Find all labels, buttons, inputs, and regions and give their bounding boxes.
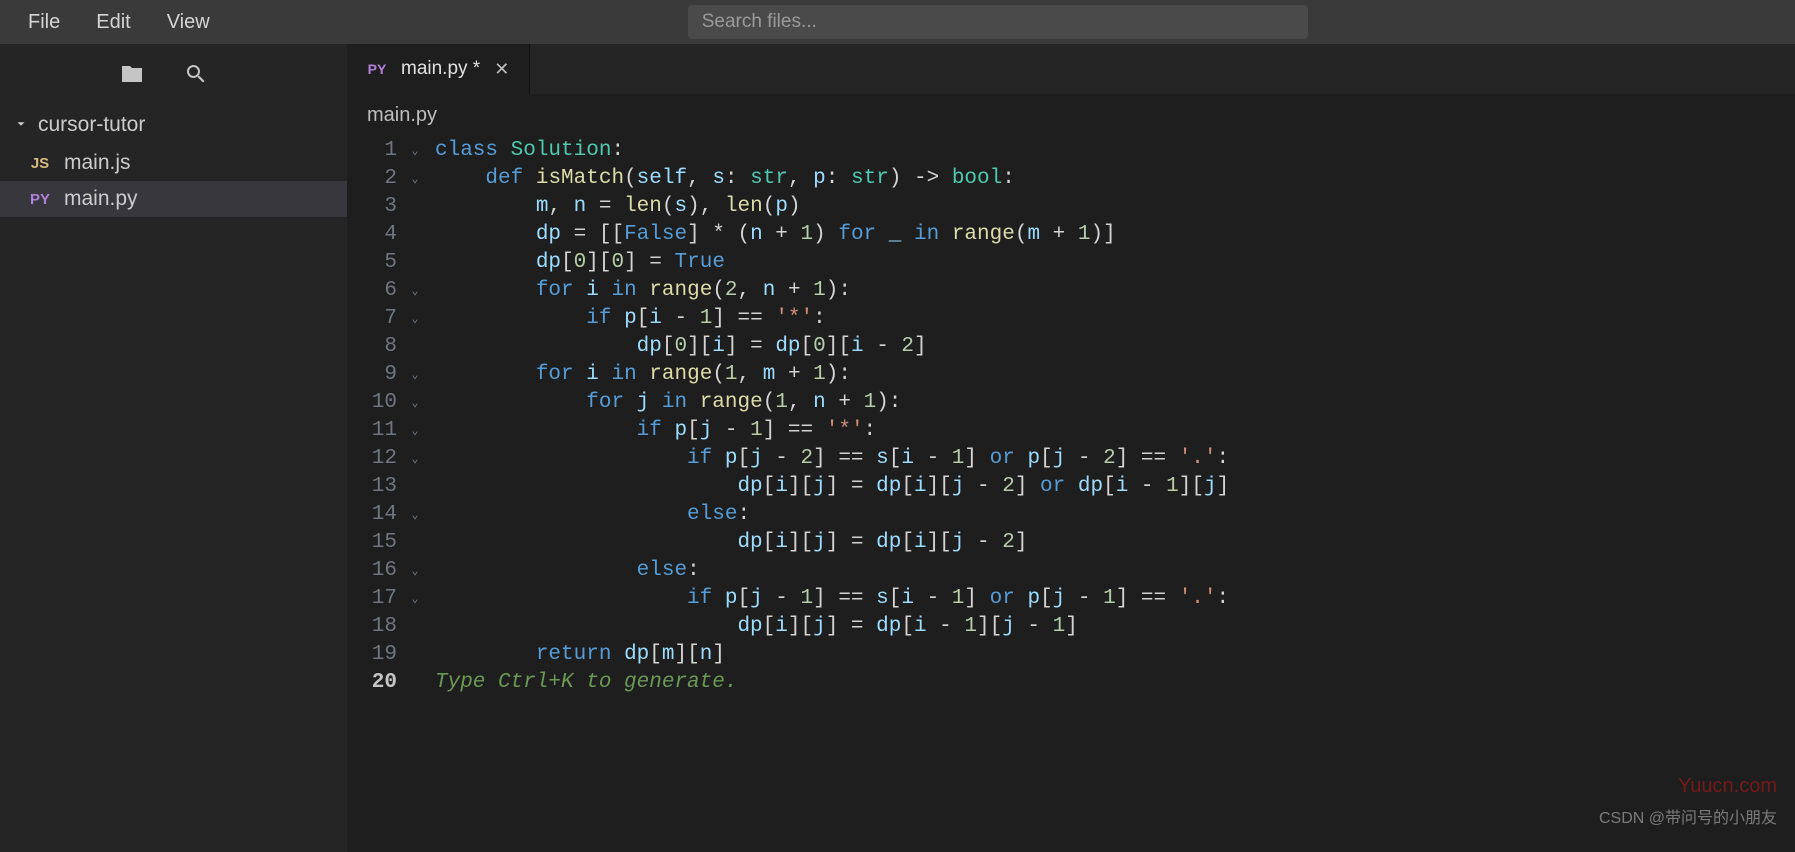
code-text: dp[0][i] = dp[0][i - 2]: [425, 333, 927, 361]
tab-main-py[interactable]: PY main.py * ✕: [347, 44, 530, 94]
search-box[interactable]: [688, 5, 1308, 39]
fold-chevron-icon[interactable]: ⌄: [405, 361, 425, 389]
code-line[interactable]: 2⌄ def isMatch(self, s: str, p: str) -> …: [347, 165, 1795, 193]
project-header[interactable]: cursor-tutor: [0, 105, 347, 145]
line-number: 13: [347, 473, 405, 501]
code-line[interactable]: 7⌄ if p[i - 1] == '*':: [347, 305, 1795, 333]
code-line[interactable]: 3 m, n = len(s), len(p): [347, 193, 1795, 221]
code-line[interactable]: 19 return dp[m][n]: [347, 641, 1795, 669]
folder-icon[interactable]: [120, 62, 144, 91]
search-input[interactable]: [702, 11, 1294, 33]
watermark-yuucn: Yuucn.com: [1678, 775, 1777, 798]
line-number: 14: [347, 501, 405, 529]
code-line[interactable]: 13 dp[i][j] = dp[i][j - 2] or dp[i - 1][…: [347, 473, 1795, 501]
line-number: 4: [347, 221, 405, 249]
code-text: def isMatch(self, s: str, p: str) -> boo…: [425, 165, 1015, 193]
code-line[interactable]: 12⌄ if p[j - 2] == s[i - 1] or p[j - 2] …: [347, 445, 1795, 473]
menubar: File Edit View: [0, 0, 1795, 44]
menu-view[interactable]: View: [149, 5, 228, 40]
fold-chevron-icon[interactable]: ⌄: [405, 417, 425, 445]
code-line[interactable]: 9⌄ for i in range(1, m + 1):: [347, 361, 1795, 389]
line-number: 9: [347, 361, 405, 389]
line-number: 1: [347, 137, 405, 165]
editor-area: PY main.py * ✕ main.py 1⌄class Solution:…: [347, 44, 1795, 852]
close-icon[interactable]: ✕: [490, 59, 513, 80]
fold-chevron-icon[interactable]: ⌄: [405, 501, 425, 529]
file-label: main.js: [64, 151, 131, 175]
code-line[interactable]: 10⌄ for j in range(1, n + 1):: [347, 389, 1795, 417]
code-text: for i in range(1, m + 1):: [425, 361, 851, 389]
line-number: 18: [347, 613, 405, 641]
line-number: 11: [347, 417, 405, 445]
line-number: 7: [347, 305, 405, 333]
fold-chevron-icon[interactable]: ⌄: [405, 389, 425, 417]
code-line[interactable]: 18 dp[i][j] = dp[i - 1][j - 1]: [347, 613, 1795, 641]
code-text: Type Ctrl+K to generate.: [425, 669, 737, 697]
fold-chevron-icon[interactable]: ⌄: [405, 305, 425, 333]
project-name: cursor-tutor: [38, 113, 145, 137]
tab-title: main.py *: [401, 58, 480, 80]
js-badge-icon: JS: [26, 155, 54, 172]
line-number: 12: [347, 445, 405, 473]
chevron-down-icon: [14, 113, 28, 137]
code-line[interactable]: 1⌄class Solution:: [347, 137, 1795, 165]
code-line[interactable]: 15 dp[i][j] = dp[i][j - 2]: [347, 529, 1795, 557]
line-number: 10: [347, 389, 405, 417]
tabs: PY main.py * ✕: [347, 44, 1795, 94]
line-number: 19: [347, 641, 405, 669]
search-icon[interactable]: [184, 62, 208, 91]
line-number: 20: [347, 669, 405, 697]
file-label: main.py: [64, 187, 138, 211]
line-number: 2: [347, 165, 405, 193]
fold-chevron-icon[interactable]: ⌄: [405, 445, 425, 473]
code-text: else:: [425, 501, 750, 529]
code-text: m, n = len(s), len(p): [425, 193, 801, 221]
code-editor[interactable]: 1⌄class Solution:2⌄ def isMatch(self, s:…: [347, 137, 1795, 852]
breadcrumb[interactable]: main.py: [347, 94, 1795, 137]
sidebar: cursor-tutor JS main.js PY main.py: [0, 44, 347, 852]
fold-chevron-icon[interactable]: ⌄: [405, 277, 425, 305]
code-line[interactable]: 20 Type Ctrl+K to generate.: [347, 669, 1795, 697]
code-text: if p[j - 2] == s[i - 1] or p[j - 2] == '…: [425, 445, 1229, 473]
code-text: if p[i - 1] == '*':: [425, 305, 826, 333]
code-text: for i in range(2, n + 1):: [425, 277, 851, 305]
code-line[interactable]: 14⌄ else:: [347, 501, 1795, 529]
code-text: class Solution:: [425, 137, 624, 165]
code-text: return dp[m][n]: [425, 641, 725, 669]
menu-file[interactable]: File: [10, 5, 78, 40]
fold-chevron-icon[interactable]: ⌄: [405, 557, 425, 585]
code-line[interactable]: 6⌄ for i in range(2, n + 1):: [347, 277, 1795, 305]
py-badge-icon: PY: [26, 191, 54, 208]
file-main-py[interactable]: PY main.py: [0, 181, 347, 217]
code-text: dp = [[False] * (n + 1) for _ in range(m…: [425, 221, 1116, 249]
line-number: 5: [347, 249, 405, 277]
code-text: for j in range(1, n + 1):: [425, 389, 901, 417]
code-line[interactable]: 4 dp = [[False] * (n + 1) for _ in range…: [347, 221, 1795, 249]
code-text: dp[i][j] = dp[i][j - 2]: [425, 529, 1027, 557]
fold-chevron-icon[interactable]: ⌄: [405, 137, 425, 165]
line-number: 15: [347, 529, 405, 557]
py-badge-icon: PY: [363, 61, 391, 77]
watermark-csdn: CSDN @带问号的小朋友: [1599, 804, 1777, 828]
code-line[interactable]: 8 dp[0][i] = dp[0][i - 2]: [347, 333, 1795, 361]
file-main-js[interactable]: JS main.js: [0, 145, 347, 181]
line-number: 17: [347, 585, 405, 613]
code-text: dp[i][j] = dp[i - 1][j - 1]: [425, 613, 1078, 641]
code-line[interactable]: 16⌄ else:: [347, 557, 1795, 585]
line-number: 8: [347, 333, 405, 361]
code-line[interactable]: 11⌄ if p[j - 1] == '*':: [347, 417, 1795, 445]
code-text: dp[0][0] = True: [425, 249, 725, 277]
code-text: if p[j - 1] == s[i - 1] or p[j - 1] == '…: [425, 585, 1229, 613]
fold-chevron-icon[interactable]: ⌄: [405, 165, 425, 193]
code-text: dp[i][j] = dp[i][j - 2] or dp[i - 1][j]: [425, 473, 1229, 501]
code-text: else:: [425, 557, 700, 585]
code-line[interactable]: 17⌄ if p[j - 1] == s[i - 1] or p[j - 1] …: [347, 585, 1795, 613]
menu-edit[interactable]: Edit: [78, 5, 148, 40]
line-number: 6: [347, 277, 405, 305]
line-number: 16: [347, 557, 405, 585]
line-number: 3: [347, 193, 405, 221]
code-line[interactable]: 5 dp[0][0] = True: [347, 249, 1795, 277]
fold-chevron-icon[interactable]: ⌄: [405, 585, 425, 613]
code-text: if p[j - 1] == '*':: [425, 417, 876, 445]
